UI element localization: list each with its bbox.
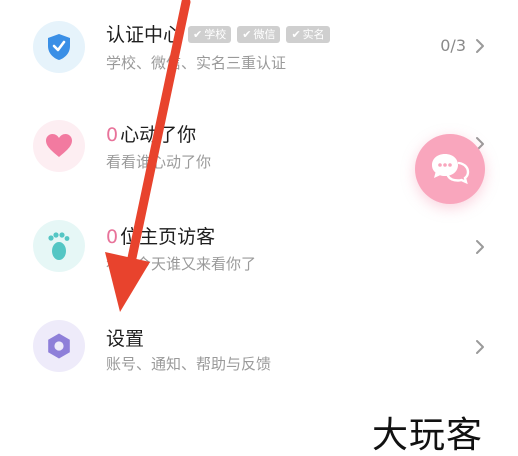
tag-realname: ✔ 实名	[286, 26, 330, 43]
gear-icon	[48, 333, 70, 359]
tag-wechat: ✔ 微信	[237, 26, 281, 43]
menu-item-visitors[interactable]: 0 位主页访客 看看今天谁又来看你了	[0, 196, 518, 296]
visitors-title-line: 0 位主页访客	[106, 222, 215, 249]
check-icon: ✔	[291, 28, 301, 41]
chevron-right-icon	[476, 240, 484, 254]
menu-item-settings[interactable]: 设置 账号、通知、帮助与反馈	[0, 294, 518, 394]
chat-bubbles-icon	[432, 154, 470, 185]
chevron-right-icon	[476, 38, 484, 53]
verification-title: 认证中心	[106, 24, 183, 46]
settings-title: 设置	[106, 328, 145, 350]
heart-icon	[46, 134, 72, 157]
verification-right: 0/3	[440, 36, 488, 55]
liked-me-icon-wrap	[33, 120, 85, 172]
visitors-count: 0	[106, 226, 119, 248]
verification-subtitle: 学校、微信、实名三重认证	[106, 54, 287, 72]
settings-right	[472, 339, 488, 355]
floating-chat-button[interactable]	[415, 134, 485, 204]
settings-subtitle: 账号、通知、帮助与反馈	[106, 355, 272, 373]
verification-title-line: 认证中心 ✔ 学校 ✔ 微信 ✔ 实名	[106, 20, 330, 47]
visitors-subtitle: 看看今天谁又来看你了	[106, 255, 257, 273]
footprint-icon	[48, 232, 70, 260]
visitors-icon-wrap	[33, 220, 85, 272]
shield-check-icon	[48, 34, 70, 60]
verification-progress: 0/3	[440, 36, 466, 55]
liked-me-count: 0	[106, 124, 119, 146]
chevron-right-icon	[476, 340, 484, 354]
check-icon: ✔	[242, 28, 252, 41]
menu-item-verification[interactable]: 认证中心 ✔ 学校 ✔ 微信 ✔ 实名 学校、微信、实名三重认证 0/3	[0, 0, 518, 100]
liked-me-subtitle: 看看谁心动了你	[106, 153, 212, 171]
tag-school: ✔ 学校	[188, 26, 232, 43]
liked-me-title-line: 0 心动了你	[106, 120, 196, 147]
verification-icon-wrap	[33, 21, 85, 73]
check-icon: ✔	[193, 28, 203, 41]
liked-me-title: 心动了你	[120, 124, 197, 146]
visitors-right	[472, 239, 488, 255]
visitors-title: 位主页访客	[120, 226, 216, 248]
settings-icon-wrap	[33, 320, 85, 372]
watermark: 大玩客	[372, 415, 484, 456]
